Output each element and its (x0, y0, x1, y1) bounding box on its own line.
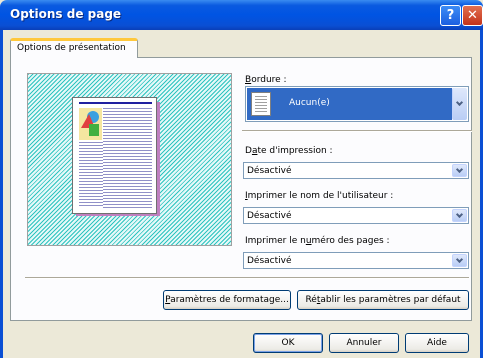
reset-defaults-button[interactable]: Rétablir les paramètres par défaut (297, 290, 469, 310)
date-label: Date d'impression : (245, 146, 333, 156)
preview-page (72, 97, 157, 214)
bordure-value: Aucun(e) (289, 98, 330, 108)
chevron-down-icon[interactable] (452, 164, 467, 177)
window-frame-left (0, 30, 3, 358)
chevron-down-icon[interactable] (452, 88, 467, 120)
format-settings-button[interactable]: Paramètres de formatage... (163, 290, 291, 310)
close-icon[interactable]: ✕ (462, 5, 483, 26)
user-label: Imprimer le nom de l'utilisateur : (245, 191, 394, 201)
bordure-label: Bordure : (245, 75, 287, 85)
window-title: Options de page (10, 7, 122, 21)
pages-label: Imprimer le numéro des pages : (245, 236, 390, 246)
user-select[interactable]: Désactivé (243, 207, 469, 224)
help-button[interactable]: Aide (405, 333, 469, 353)
pages-select[interactable]: Désactivé (243, 252, 469, 269)
divider-bottom (25, 277, 469, 279)
title-bar[interactable]: Options de page ? ✕ (0, 0, 483, 30)
bordure-select[interactable]: Aucun(e) (245, 86, 469, 122)
ok-button[interactable]: OK (253, 333, 323, 353)
chevron-down-icon[interactable] (452, 254, 467, 267)
pages-value: Désactivé (247, 256, 292, 266)
preview-text-lines (103, 108, 152, 208)
date-value: Désactivé (247, 166, 292, 176)
help-icon[interactable]: ? (440, 5, 461, 26)
tab-presentation-options[interactable]: Options de présentation (10, 38, 138, 58)
cancel-button[interactable]: Annuler (329, 333, 399, 353)
preview-text-lines-left (79, 142, 103, 208)
preview-image-icon (79, 108, 102, 140)
preview-page-header (79, 102, 152, 104)
user-value: Désactivé (247, 211, 292, 221)
chevron-down-icon[interactable] (452, 209, 467, 222)
divider (242, 130, 472, 132)
bordure-selected-item: Aucun(e) (247, 88, 452, 120)
border-thumbnail-icon (251, 92, 271, 116)
tab-label: Options de présentation (17, 43, 126, 53)
date-select[interactable]: Désactivé (243, 162, 469, 179)
